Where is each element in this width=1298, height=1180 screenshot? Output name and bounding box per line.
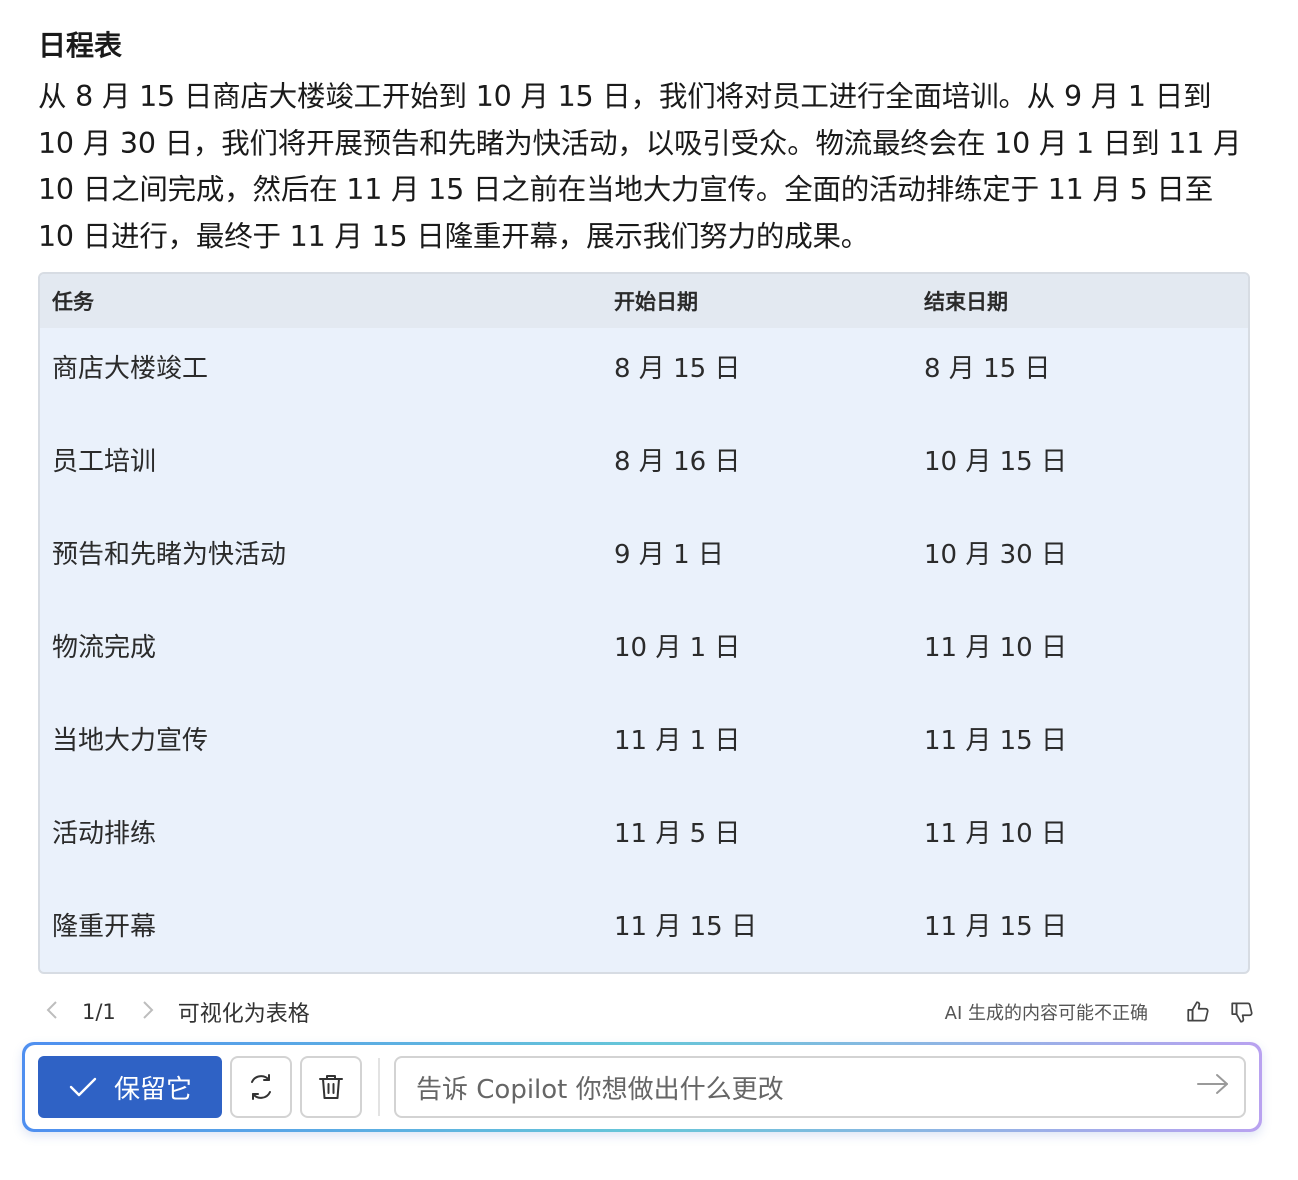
ai-disclaimer: AI 生成的内容可能不正确 <box>944 1003 1148 1024</box>
end-date-cell: 11 月 15 日 <box>924 912 1067 942</box>
copilot-action-bar: 保留它 告诉 Copilot 你想做出什么更改 <box>22 1042 1262 1132</box>
chevron-left-icon <box>46 1001 57 1019</box>
thumbs-down-button[interactable] <box>1226 996 1258 1028</box>
thumbs-up-icon <box>1187 1001 1209 1022</box>
chevron-right-icon <box>143 1001 154 1019</box>
task-cell: 活动排练 <box>52 819 157 849</box>
refresh-icon <box>251 1074 271 1100</box>
task-cell: 商店大楼竣工 <box>52 354 209 384</box>
start-date-cell: 9 月 1 日 <box>614 540 724 570</box>
copilot-prompt-input[interactable]: 告诉 Copilot 你想做出什么更改 <box>394 1056 1246 1118</box>
column-header-end-date: 结束日期 <box>924 290 1008 314</box>
table-row: 隆重开幕 11 月 15 日 11 月 15 日 <box>40 878 1248 971</box>
table-row: 预告和先睹为快活动 9 月 1 日 10 月 30 日 <box>40 506 1248 599</box>
column-header-task: 任务 <box>52 290 94 314</box>
start-date-cell: 11 月 5 日 <box>614 819 741 849</box>
end-date-cell: 8 月 15 日 <box>924 354 1051 384</box>
start-date-cell: 8 月 16 日 <box>614 447 741 477</box>
start-date-cell: 10 月 1 日 <box>614 633 741 663</box>
table-row: 物流完成 10 月 1 日 11 月 10 日 <box>40 599 1248 692</box>
next-page-button[interactable] <box>134 998 162 1026</box>
delete-button[interactable] <box>300 1056 362 1118</box>
arrow-right-icon <box>1197 1073 1228 1094</box>
action-bar-inner: 保留它 告诉 Copilot 你想做出什么更改 <box>25 1045 1259 1129</box>
prompt-placeholder: 告诉 Copilot 你想做出什么更改 <box>416 1074 784 1105</box>
column-header-start-date: 开始日期 <box>614 290 698 314</box>
previous-page-button[interactable] <box>38 998 66 1026</box>
end-date-cell: 11 月 15 日 <box>924 726 1067 756</box>
table-body: 商店大楼竣工 8 月 15 日 8 月 15 日 员工培训 8 月 16 日 1… <box>40 320 1248 971</box>
end-date-cell: 11 月 10 日 <box>924 633 1067 663</box>
end-date-cell: 11 月 10 日 <box>924 819 1067 849</box>
section-heading: 日程表 <box>38 29 123 62</box>
table-row: 商店大楼竣工 8 月 15 日 8 月 15 日 <box>40 320 1248 413</box>
response-footer: 1/1 可视化为表格 AI 生成的内容可能不正确 <box>38 994 1258 1030</box>
action-divider <box>378 1058 380 1116</box>
table-row: 活动排练 11 月 5 日 11 月 10 日 <box>40 785 1248 878</box>
table-row: 员工培训 8 月 16 日 10 月 15 日 <box>40 413 1248 506</box>
send-button[interactable] <box>1196 1072 1230 1103</box>
response-content: 日程表 从 8 月 15 日商店大楼竣工开始到 10 月 15 日，我们将对员工… <box>38 26 1250 260</box>
keep-button-label: 保留它 <box>113 1074 192 1105</box>
regenerate-button[interactable] <box>230 1056 292 1118</box>
checkmark-icon <box>68 1075 98 1099</box>
schedule-paragraph: 从 8 月 15 日商店大楼竣工开始到 10 月 15 日，我们将对员工进行全面… <box>38 80 1242 253</box>
task-cell: 隆重开幕 <box>52 912 157 942</box>
keep-button[interactable]: 保留它 <box>38 1056 222 1118</box>
task-cell: 预告和先睹为快活动 <box>52 540 287 570</box>
visualize-as-table-link[interactable]: 可视化为表格 <box>178 996 310 1028</box>
end-date-cell: 10 月 15 日 <box>924 447 1067 477</box>
schedule-table: 任务 开始日期 结束日期 商店大楼竣工 8 月 15 日 8 月 15 日 员工… <box>38 272 1250 974</box>
start-date-cell: 11 月 15 日 <box>614 912 757 942</box>
thumbs-up-button[interactable] <box>1182 996 1214 1028</box>
start-date-cell: 8 月 15 日 <box>614 354 741 384</box>
thumbs-down-icon <box>1231 1002 1253 1023</box>
table-row: 当地大力宣传 11 月 1 日 11 月 15 日 <box>40 692 1248 785</box>
task-cell: 当地大力宣传 <box>52 726 209 756</box>
end-date-cell: 10 月 30 日 <box>924 540 1067 570</box>
start-date-cell: 11 月 1 日 <box>614 726 741 756</box>
page-indicator: 1/1 <box>82 1000 116 1024</box>
trash-icon <box>319 1075 343 1099</box>
task-cell: 物流完成 <box>52 633 157 663</box>
task-cell: 员工培训 <box>52 447 157 477</box>
